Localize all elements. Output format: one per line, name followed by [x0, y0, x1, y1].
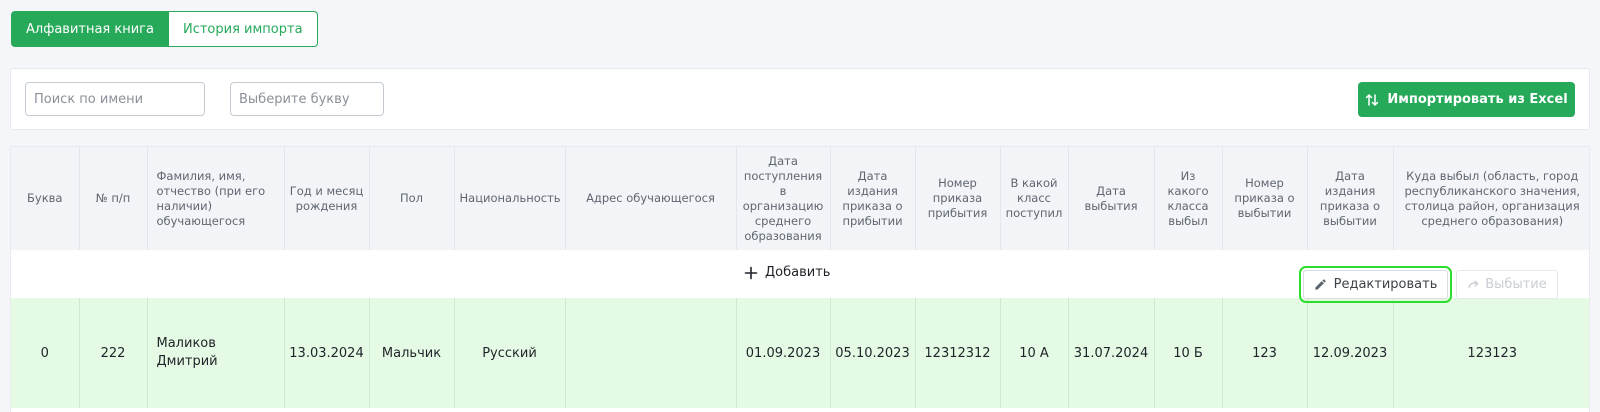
cell-leave-order-date: 12.09.2023: [1307, 298, 1394, 408]
column-header: Год и месяц рождения: [284, 147, 370, 250]
students-table: Буква № п/п Фамилия, имя, отчество (при …: [10, 146, 1590, 412]
edit-button-label: Редактировать: [1333, 277, 1438, 292]
column-header: Пол: [369, 147, 455, 250]
plus-icon: [744, 266, 758, 279]
column-header: Из какого класса выбыл: [1154, 147, 1223, 250]
column-header: Национальность: [454, 147, 566, 250]
cell-arrival-order-date: 05.10.2023: [830, 298, 916, 408]
cell-admission-date: 01.09.2023: [736, 298, 831, 408]
column-header: В какой класс поступил: [1000, 147, 1069, 250]
cell-nationality: Русский: [454, 298, 566, 408]
cell-letter: 0: [11, 298, 80, 408]
leave-button[interactable]: Выбытие: [1456, 270, 1558, 299]
cell-gender: Мальчик: [369, 298, 455, 408]
column-header: Фамилия, имя, отчество (при его наличии)…: [147, 147, 285, 250]
import-excel-button[interactable]: Импортировать из Excel: [1358, 82, 1575, 117]
table-header-row: Буква № п/п Фамилия, имя, отчество (при …: [11, 147, 1589, 250]
add-button[interactable]: Добавить: [744, 265, 830, 280]
letter-select-placeholder: Выберите букву: [239, 91, 350, 107]
cell-destination: 123123: [1393, 298, 1589, 408]
cell-arrival-order-number: 12312312: [915, 298, 1001, 408]
column-header: Куда выбыл (область, город республиканск…: [1393, 147, 1589, 250]
column-header: Буква: [11, 147, 80, 250]
column-header: Дата издания приказа о выбытии: [1307, 147, 1394, 250]
column-header: Номер приказа прибытия: [915, 147, 1001, 250]
column-header: Адрес обучающегося: [565, 147, 737, 250]
arrows-up-down-icon: [1366, 93, 1379, 106]
letter-select[interactable]: Выберите букву: [230, 82, 384, 116]
table-row[interactable]: 0 222 Маликов Дмитрий 13.03.2024 Мальчик…: [11, 298, 1589, 408]
import-excel-label: Импортировать из Excel: [1387, 92, 1568, 107]
cell-leave-order-number: 123: [1222, 298, 1308, 408]
search-input[interactable]: [25, 82, 205, 116]
cell-leave-date: 31.07.2024: [1068, 298, 1155, 408]
tab-import-history[interactable]: История импорта: [168, 11, 318, 47]
column-header: Номер приказа о выбытии: [1222, 147, 1308, 250]
filter-toolbar: Выберите букву Импортировать из Excel: [10, 68, 1590, 130]
column-header: Дата выбытия: [1068, 147, 1155, 250]
cell-number: 222: [79, 298, 148, 408]
column-header: № п/п: [79, 147, 148, 250]
view-tabs: Алфавитная книга История импорта: [11, 11, 318, 47]
redo-arrow-icon: [1468, 280, 1479, 288]
add-button-label: Добавить: [765, 265, 831, 280]
cell-class-out: 10 Б: [1154, 298, 1223, 408]
cell-class-in: 10 А: [1000, 298, 1069, 408]
edit-button[interactable]: Редактировать: [1299, 266, 1452, 303]
column-header: Дата поступления в организацию среднего …: [736, 147, 831, 250]
leave-button-label: Выбытие: [1485, 277, 1547, 292]
pencil-icon: [1315, 279, 1326, 290]
cell-address: [565, 298, 737, 408]
cell-full-name: Маликов Дмитрий: [147, 298, 285, 408]
add-row: Добавить Редактировать Выбытие: [11, 250, 1589, 303]
tab-alphabet-book[interactable]: Алфавитная книга: [11, 11, 169, 47]
column-header: Дата издания приказа о прибытии: [830, 147, 916, 250]
cell-birth: 13.03.2024: [284, 298, 370, 408]
